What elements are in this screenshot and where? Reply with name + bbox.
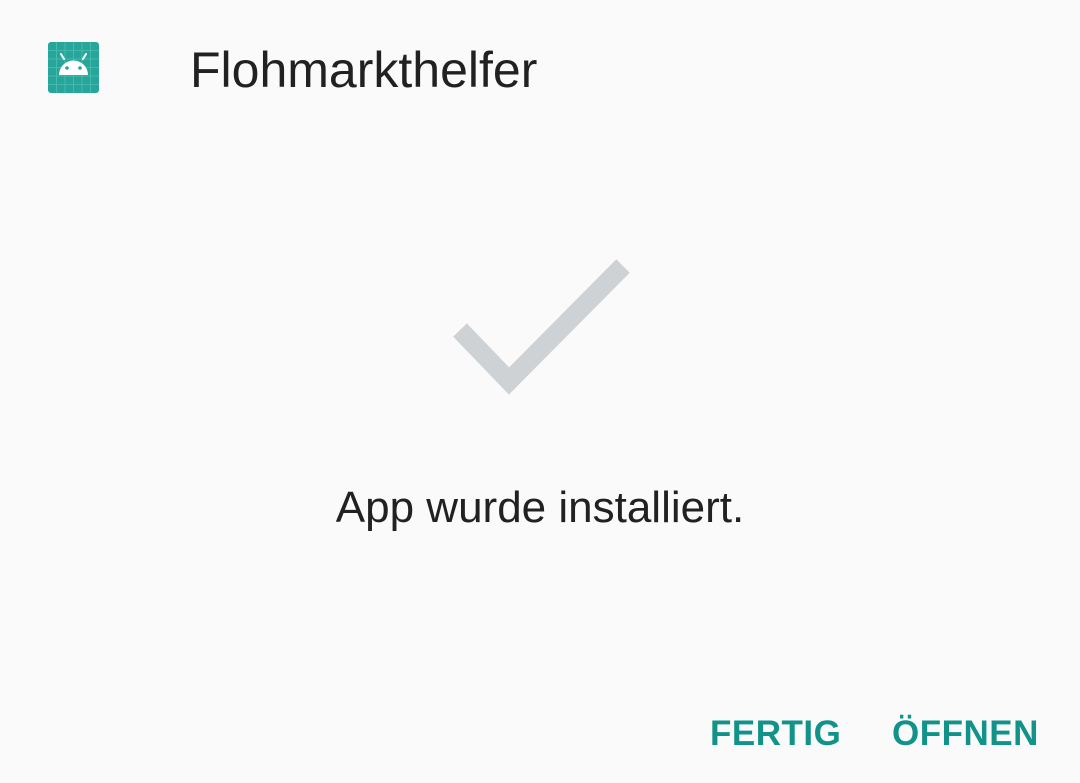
install-status-message: App wurde installiert. [335, 483, 745, 532]
dialog-header: Flohmarkthelfer [0, 0, 1080, 140]
app-name: Flohmarkthelfer [190, 42, 538, 98]
android-robot-icon [48, 42, 99, 93]
done-button[interactable]: FERTIG [710, 708, 841, 760]
checkmark-icon [450, 252, 635, 397]
open-button[interactable]: ÖFFNEN [892, 708, 1039, 760]
install-result-dialog: Flohmarkthelfer App wurde installiert. F… [0, 0, 1080, 783]
